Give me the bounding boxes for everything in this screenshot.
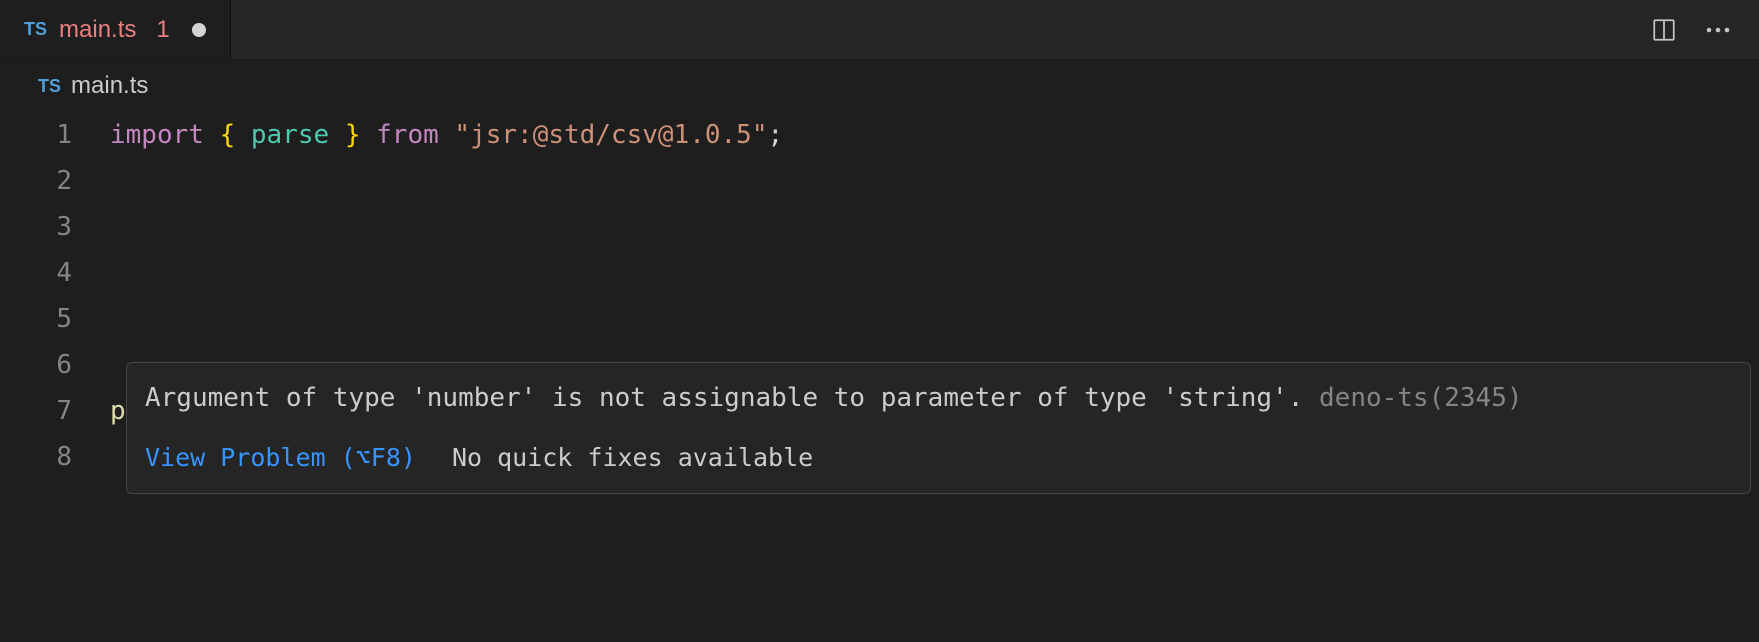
error-message: Argument of type 'number' is not assigna… <box>145 375 1732 421</box>
error-hover-widget: Argument of type 'number' is not assigna… <box>126 362 1751 494</box>
code-line[interactable]: import { parse } from "jsr:@std/csv@1.0.… <box>110 112 783 158</box>
view-problem-link[interactable]: View Problem (⌥F8) <box>145 435 416 481</box>
tab-bar: TS main.ts 1 <box>0 0 1759 60</box>
no-quick-fix-label: No quick fixes available <box>452 435 813 481</box>
line-number: 5 <box>0 296 110 342</box>
typescript-icon: TS <box>38 76 61 97</box>
tab-main-ts[interactable]: TS main.ts 1 <box>0 0 231 59</box>
typescript-icon: TS <box>24 19 47 40</box>
breadcrumb[interactable]: TS main.ts <box>0 60 1759 112</box>
code-editor[interactable]: 1 import { parse } from "jsr:@std/csv@1.… <box>0 112 1759 480</box>
line-number: 8 <box>0 434 110 480</box>
dirty-indicator-icon <box>192 23 206 37</box>
more-actions-icon[interactable] <box>1705 26 1731 34</box>
line-number: 1 <box>0 112 110 158</box>
line-number: 7 <box>0 388 110 434</box>
breadcrumb-filename: main.ts <box>71 72 148 100</box>
tab-filename: main.ts <box>59 16 136 44</box>
line-number: 2 <box>0 158 110 204</box>
split-editor-icon[interactable] <box>1651 17 1677 43</box>
error-source: deno-ts(2345) <box>1303 383 1522 413</box>
line-number: 3 <box>0 204 110 250</box>
line-number: 4 <box>0 250 110 296</box>
tab-actions <box>1623 17 1759 43</box>
line-number: 6 <box>0 342 110 388</box>
tab-error-count: 1 <box>156 16 169 44</box>
